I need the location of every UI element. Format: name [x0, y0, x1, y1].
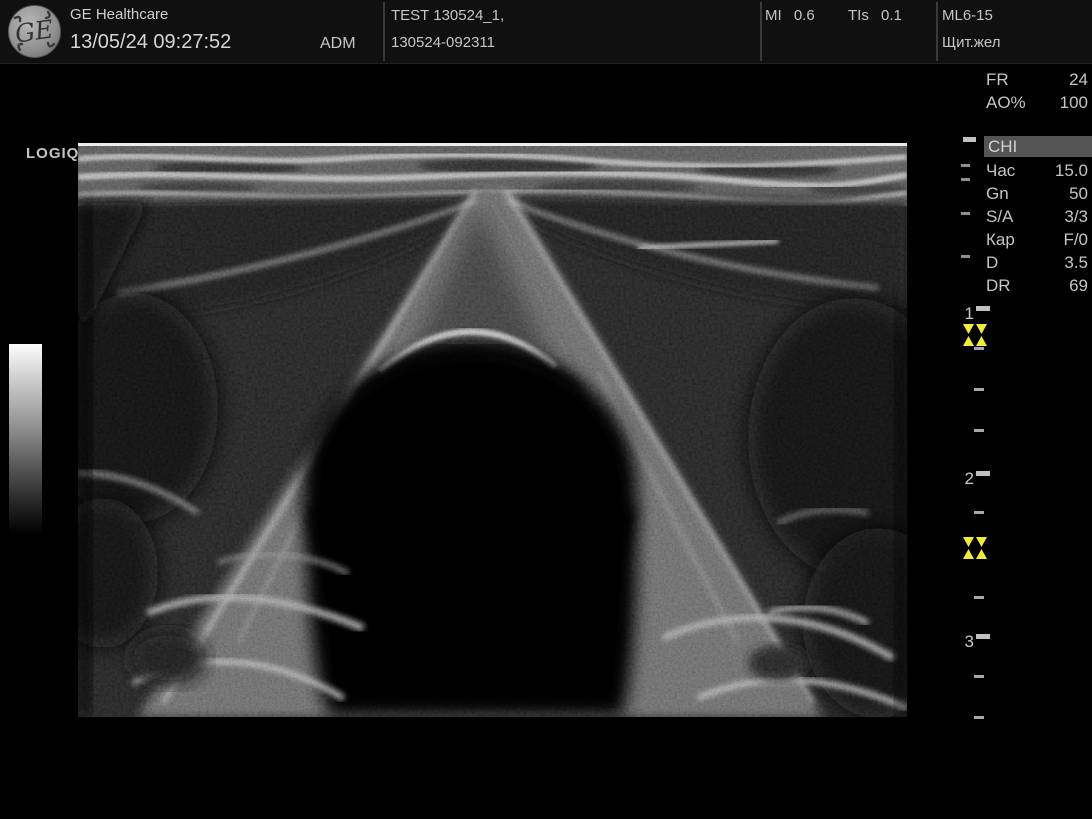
preset-label: Щит.жел: [942, 34, 1000, 51]
ruler-tick-minor: [974, 388, 984, 391]
param-row-map: Кар F/0: [986, 229, 1088, 250]
param-row-sa: S/A 3/3: [986, 206, 1088, 227]
tgc-tick: [961, 178, 970, 181]
header-divider: [760, 2, 762, 61]
header-divider: [936, 2, 938, 61]
ruler-tick-major: [976, 471, 990, 476]
ruler-label-2: 2: [965, 469, 974, 488]
logiq-label: LOGIQ: [26, 145, 79, 162]
ultrasound-image: [78, 143, 907, 717]
probe-label: ML6-15: [942, 7, 993, 24]
depth-ruler: 1 2 3: [940, 130, 1000, 730]
mi-readout: MI 0.6: [765, 7, 815, 24]
header-bar: GE GE Healthcare 13/05/24 09:27:52 ADM T…: [0, 0, 1092, 64]
ge-logo-icon: GE: [7, 4, 62, 59]
tis-readout: TIs 0.1: [848, 7, 902, 24]
exam-id: 130524-092311: [391, 34, 495, 51]
param-value: 15.0: [1055, 160, 1088, 181]
ruler-tick-minor: [974, 675, 984, 678]
param-row-gain: Gn 50: [986, 183, 1088, 204]
param-label: FR: [986, 69, 1009, 90]
param-row-freq: Час 15.0: [986, 160, 1088, 181]
tgc-tick: [961, 255, 970, 258]
tgc-tick: [961, 164, 970, 167]
ruler-tick-minor: [974, 596, 984, 599]
mi-label: MI: [765, 7, 782, 24]
param-row-fr: FR 24: [986, 69, 1088, 90]
param-row-depth: D 3.5: [986, 252, 1088, 273]
operator-label: ADM: [320, 35, 356, 53]
logo-monogram: GE: [13, 14, 55, 48]
param-value: 100: [1060, 92, 1088, 113]
tis-value: 0.1: [881, 7, 902, 24]
param-value: 69: [1069, 275, 1088, 296]
tis-label: TIs: [848, 7, 869, 24]
header-divider: [383, 2, 385, 61]
param-value: 3/3: [1064, 206, 1088, 227]
focus-marker-icon: [963, 537, 987, 559]
ultrasound-screen: GE GE Healthcare 13/05/24 09:27:52 ADM T…: [0, 0, 1092, 819]
ruler-label-1: 1: [965, 304, 974, 323]
param-value: 24: [1069, 69, 1088, 90]
mi-value: 0.6: [794, 7, 815, 24]
brand-label: GE Healthcare: [70, 6, 168, 23]
ruler-tick-minor: [974, 716, 984, 719]
param-value: F/0: [1063, 229, 1088, 250]
param-row-chi: CHI: [984, 136, 1092, 157]
ruler-tick-zero: [963, 137, 976, 142]
param-row-dr: DR 69: [986, 275, 1088, 296]
ruler-label-3: 3: [965, 632, 974, 651]
param-row-ao: AO% 100: [986, 92, 1088, 113]
param-value: 3.5: [1064, 252, 1088, 273]
param-label: AO%: [986, 92, 1026, 113]
ruler-tick-minor: [974, 511, 984, 514]
focus-marker-icon: [963, 324, 987, 346]
param-value: 50: [1069, 183, 1088, 204]
ruler-tick-minor: [974, 429, 984, 432]
tgc-tick: [961, 212, 970, 215]
grayscale-bar: [9, 344, 42, 534]
ruler-tick-minor: [974, 347, 984, 350]
datetime-label: 13/05/24 09:27:52: [70, 31, 231, 54]
ruler-tick-major: [976, 306, 990, 311]
ruler-tick-major: [976, 634, 990, 639]
patient-name: TEST 130524_1,: [391, 7, 504, 24]
